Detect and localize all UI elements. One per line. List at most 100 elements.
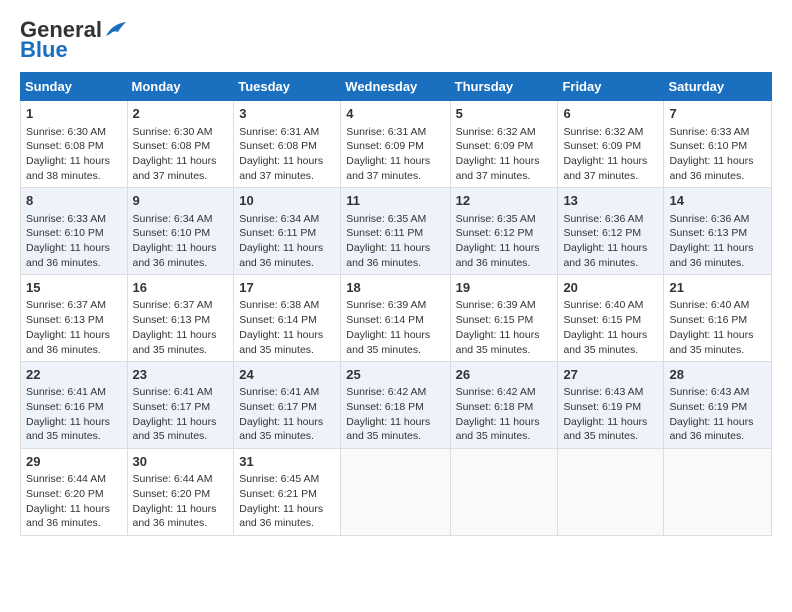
- day-info-line: Sunset: 6:09 PM: [456, 139, 553, 154]
- logo-blue: Blue: [20, 38, 68, 62]
- day-info-line: Sunrise: 6:30 AM: [133, 125, 229, 140]
- day-info-line: Daylight: 11 hours: [669, 328, 766, 343]
- day-info-line: Sunset: 6:10 PM: [669, 139, 766, 154]
- day-info-line: and 36 minutes.: [346, 256, 444, 271]
- day-info-line: and 35 minutes.: [26, 429, 122, 444]
- col-header-wednesday: Wednesday: [341, 73, 450, 101]
- day-info-line: Sunset: 6:15 PM: [563, 313, 658, 328]
- day-info-line: and 36 minutes.: [26, 516, 122, 531]
- calendar-week-row: 29Sunrise: 6:44 AMSunset: 6:20 PMDayligh…: [21, 449, 772, 536]
- day-number: 3: [239, 105, 335, 123]
- day-info-line: Sunrise: 6:37 AM: [26, 298, 122, 313]
- day-info-line: Sunset: 6:13 PM: [669, 226, 766, 241]
- day-number: 19: [456, 279, 553, 297]
- logo-bird-icon: [104, 22, 126, 40]
- day-info-line: and 35 minutes.: [563, 429, 658, 444]
- day-info-line: Sunset: 6:14 PM: [239, 313, 335, 328]
- logo: General Blue: [20, 18, 126, 62]
- day-info-line: Daylight: 11 hours: [669, 241, 766, 256]
- day-number: 23: [133, 366, 229, 384]
- day-info-line: Daylight: 11 hours: [26, 241, 122, 256]
- day-info-line: Sunrise: 6:33 AM: [669, 125, 766, 140]
- day-info-line: Sunrise: 6:39 AM: [456, 298, 553, 313]
- calendar-cell: 4 Sunrise: 6:31 AMSunset: 6:09 PMDaylight…: [341, 101, 450, 188]
- day-info-line: Daylight: 11 hours: [563, 241, 658, 256]
- day-info-line: Sunrise: 6:33 AM: [26, 212, 122, 227]
- day-info-line: Daylight: 11 hours: [133, 502, 229, 517]
- calendar-week-row: 15Sunrise: 6:37 AMSunset: 6:13 PM Dayligh…: [21, 275, 772, 362]
- day-info-line: Daylight: 11 hours: [456, 328, 553, 343]
- day-info-line: and 35 minutes.: [346, 343, 444, 358]
- day-number: 4: [346, 105, 444, 123]
- col-header-tuesday: Tuesday: [234, 73, 341, 101]
- calendar-cell: 7 Sunrise: 6:33 AMSunset: 6:10 PMDaylight…: [664, 101, 772, 188]
- day-info-line: Sunset: 6:12 PM: [563, 226, 658, 241]
- calendar-cell: 2Sunrise: 6:30 AMSunset: 6:08 PMDaylight…: [127, 101, 234, 188]
- col-header-friday: Friday: [558, 73, 664, 101]
- day-number: 1: [26, 105, 122, 123]
- day-info-line: and 37 minutes.: [346, 169, 444, 184]
- day-info-line: Sunrise: 6:41 AM: [133, 385, 229, 400]
- day-info-line: Daylight: 11 hours: [133, 328, 229, 343]
- calendar-cell: 18Sunrise: 6:39 AMSunset: 6:14 PMDayligh…: [341, 275, 450, 362]
- calendar-cell: 13Sunrise: 6:36 AMSunset: 6:12 PMDayligh…: [558, 188, 664, 275]
- day-number: 15: [26, 279, 122, 297]
- day-number: 14: [669, 192, 766, 210]
- day-number: 7: [669, 105, 766, 123]
- day-info-line: Sunset: 6:08 PM: [133, 139, 229, 154]
- day-number: 28: [669, 366, 766, 384]
- day-info-line: Sunset: 6:20 PM: [26, 487, 122, 502]
- day-info-line: Sunrise: 6:42 AM: [456, 385, 553, 400]
- day-info-line: and 35 minutes.: [346, 429, 444, 444]
- calendar-cell: 6Sunrise: 6:32 AMSunset: 6:09 PMDaylight…: [558, 101, 664, 188]
- day-number: 27: [563, 366, 658, 384]
- day-info-line: Daylight: 11 hours: [239, 415, 335, 430]
- day-info-line: and 35 minutes.: [456, 429, 553, 444]
- day-info-line: and 36 minutes.: [669, 169, 766, 184]
- calendar-cell: 1Sunrise: 6:30 AMSunset: 6:08 PMDaylight…: [21, 101, 128, 188]
- day-info-line: Daylight: 11 hours: [239, 154, 335, 169]
- day-number: 9: [133, 192, 229, 210]
- day-info-line: Sunrise: 6:31 AM: [346, 125, 444, 140]
- day-number: 16: [133, 279, 229, 297]
- day-info-line: and 35 minutes.: [456, 343, 553, 358]
- day-info-line: Sunrise: 6:31 AM: [239, 125, 335, 140]
- calendar-cell: 19Sunrise: 6:39 AMSunset: 6:15 PMDayligh…: [450, 275, 558, 362]
- day-number: 25: [346, 366, 444, 384]
- calendar-cell: 16Sunrise: 6:37 AMSunset: 6:13 PMDayligh…: [127, 275, 234, 362]
- day-info-line: and 36 minutes.: [669, 256, 766, 271]
- day-info-line: Sunset: 6:09 PM: [563, 139, 658, 154]
- calendar-cell: 11Sunrise: 6:35 AMSunset: 6:11 PMDayligh…: [341, 188, 450, 275]
- day-info-line: Sunset: 6:14 PM: [346, 313, 444, 328]
- day-info-line: Sunset: 6:12 PM: [456, 226, 553, 241]
- day-info-line: and 36 minutes.: [26, 343, 122, 358]
- day-info-line: Sunset: 6:10 PM: [133, 226, 229, 241]
- day-info-line: Sunrise: 6:36 AM: [669, 212, 766, 227]
- day-info-line: Sunrise: 6:32 AM: [456, 125, 553, 140]
- day-info-line: Daylight: 11 hours: [456, 241, 553, 256]
- day-info-line: Sunrise: 6:40 AM: [563, 298, 658, 313]
- day-info-line: Sunset: 6:09 PM: [346, 139, 444, 154]
- day-info-line: Sunset: 6:13 PM: [26, 313, 122, 328]
- day-info-line: Sunrise: 6:30 AM: [26, 125, 122, 140]
- day-info-line: and 36 minutes.: [239, 516, 335, 531]
- calendar-week-row: 22Sunrise: 6:41 AMSunset: 6:16 PMDayligh…: [21, 362, 772, 449]
- day-info-line: Daylight: 11 hours: [133, 154, 229, 169]
- day-info-line: and 36 minutes.: [239, 256, 335, 271]
- day-number: 31: [239, 453, 335, 471]
- day-info-line: and 35 minutes.: [669, 343, 766, 358]
- day-info-line: Daylight: 11 hours: [346, 241, 444, 256]
- day-info-line: Daylight: 11 hours: [669, 154, 766, 169]
- day-info-line: Sunrise: 6:41 AM: [239, 385, 335, 400]
- day-number: 24: [239, 366, 335, 384]
- calendar-cell: 24Sunrise: 6:41 AMSunset: 6:17 PMDayligh…: [234, 362, 341, 449]
- calendar-cell: 21Sunrise: 6:40 AMSunset: 6:16 PMDayligh…: [664, 275, 772, 362]
- day-info-line: Daylight: 11 hours: [346, 154, 444, 169]
- day-number: 18: [346, 279, 444, 297]
- calendar-cell: 25Sunrise: 6:42 AMSunset: 6:18 PMDayligh…: [341, 362, 450, 449]
- day-info-line: Daylight: 11 hours: [239, 241, 335, 256]
- day-number: 26: [456, 366, 553, 384]
- day-info-line: Daylight: 11 hours: [133, 415, 229, 430]
- day-number: 20: [563, 279, 658, 297]
- calendar-cell: 22Sunrise: 6:41 AMSunset: 6:16 PMDayligh…: [21, 362, 128, 449]
